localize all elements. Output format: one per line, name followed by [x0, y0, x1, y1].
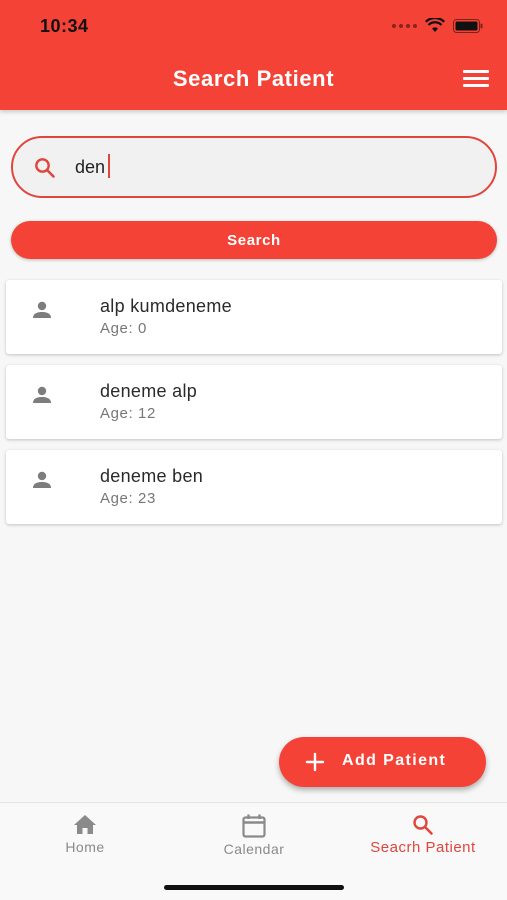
patient-name: deneme alp: [100, 381, 198, 401]
patient-age: Age: 12: [100, 405, 156, 422]
patient-card[interactable]: alp kumdeneme Age: 0: [6, 280, 502, 354]
wifi-icon: [425, 18, 445, 33]
home-icon: [74, 815, 96, 834]
menu-icon: [463, 70, 489, 73]
home-indicator[interactable]: [164, 885, 344, 890]
search-input[interactable]: [75, 152, 475, 182]
status-time: 10:34: [40, 16, 89, 36]
patient-name: deneme ben: [100, 466, 204, 486]
person-icon: [33, 301, 51, 318]
signal-icon: [392, 23, 417, 28]
add-patient-label: Add Patient: [342, 752, 447, 769]
search-icon: [413, 815, 433, 835]
search-button[interactable]: Search: [11, 221, 497, 259]
nav-label-search-patient: Seacrh Patient: [370, 839, 476, 856]
add-patient-button[interactable]: Add Patient: [279, 737, 486, 787]
patient-age: Age: 0: [100, 320, 147, 337]
person-icon: [33, 386, 51, 403]
menu-button[interactable]: [463, 70, 489, 90]
nav-item-calendar[interactable]: Calendar: [208, 813, 300, 873]
status-icons: [392, 18, 483, 33]
patient-name: alp kumdeneme: [100, 296, 232, 316]
search-field[interactable]: [11, 136, 497, 198]
nav-item-home[interactable]: Home: [40, 813, 130, 873]
person-icon: [33, 471, 51, 488]
nav-label-calendar: Calendar: [223, 841, 285, 857]
patient-age: Age: 23: [100, 490, 156, 507]
nav-item-search-patient[interactable]: Seacrh Patient: [350, 813, 496, 873]
patient-card[interactable]: deneme ben Age: 23: [6, 450, 502, 524]
calendar-icon: [242, 814, 266, 838]
battery-icon: [453, 18, 483, 33]
app-header: 10:34 Search Patient: [0, 0, 507, 110]
plus-icon: [305, 752, 325, 772]
search-icon: [35, 158, 55, 178]
page-title: Search Patient: [172, 66, 335, 91]
search-patient-screen: 10:34 Search Patient den Search alp kumd…: [0, 0, 507, 900]
text-caret: [108, 154, 110, 178]
patient-list: alp kumdeneme Age: 0 deneme alp Age: 12 …: [6, 280, 502, 535]
nav-label-home: Home: [65, 839, 105, 855]
patient-card[interactable]: deneme alp Age: 12: [6, 365, 502, 439]
